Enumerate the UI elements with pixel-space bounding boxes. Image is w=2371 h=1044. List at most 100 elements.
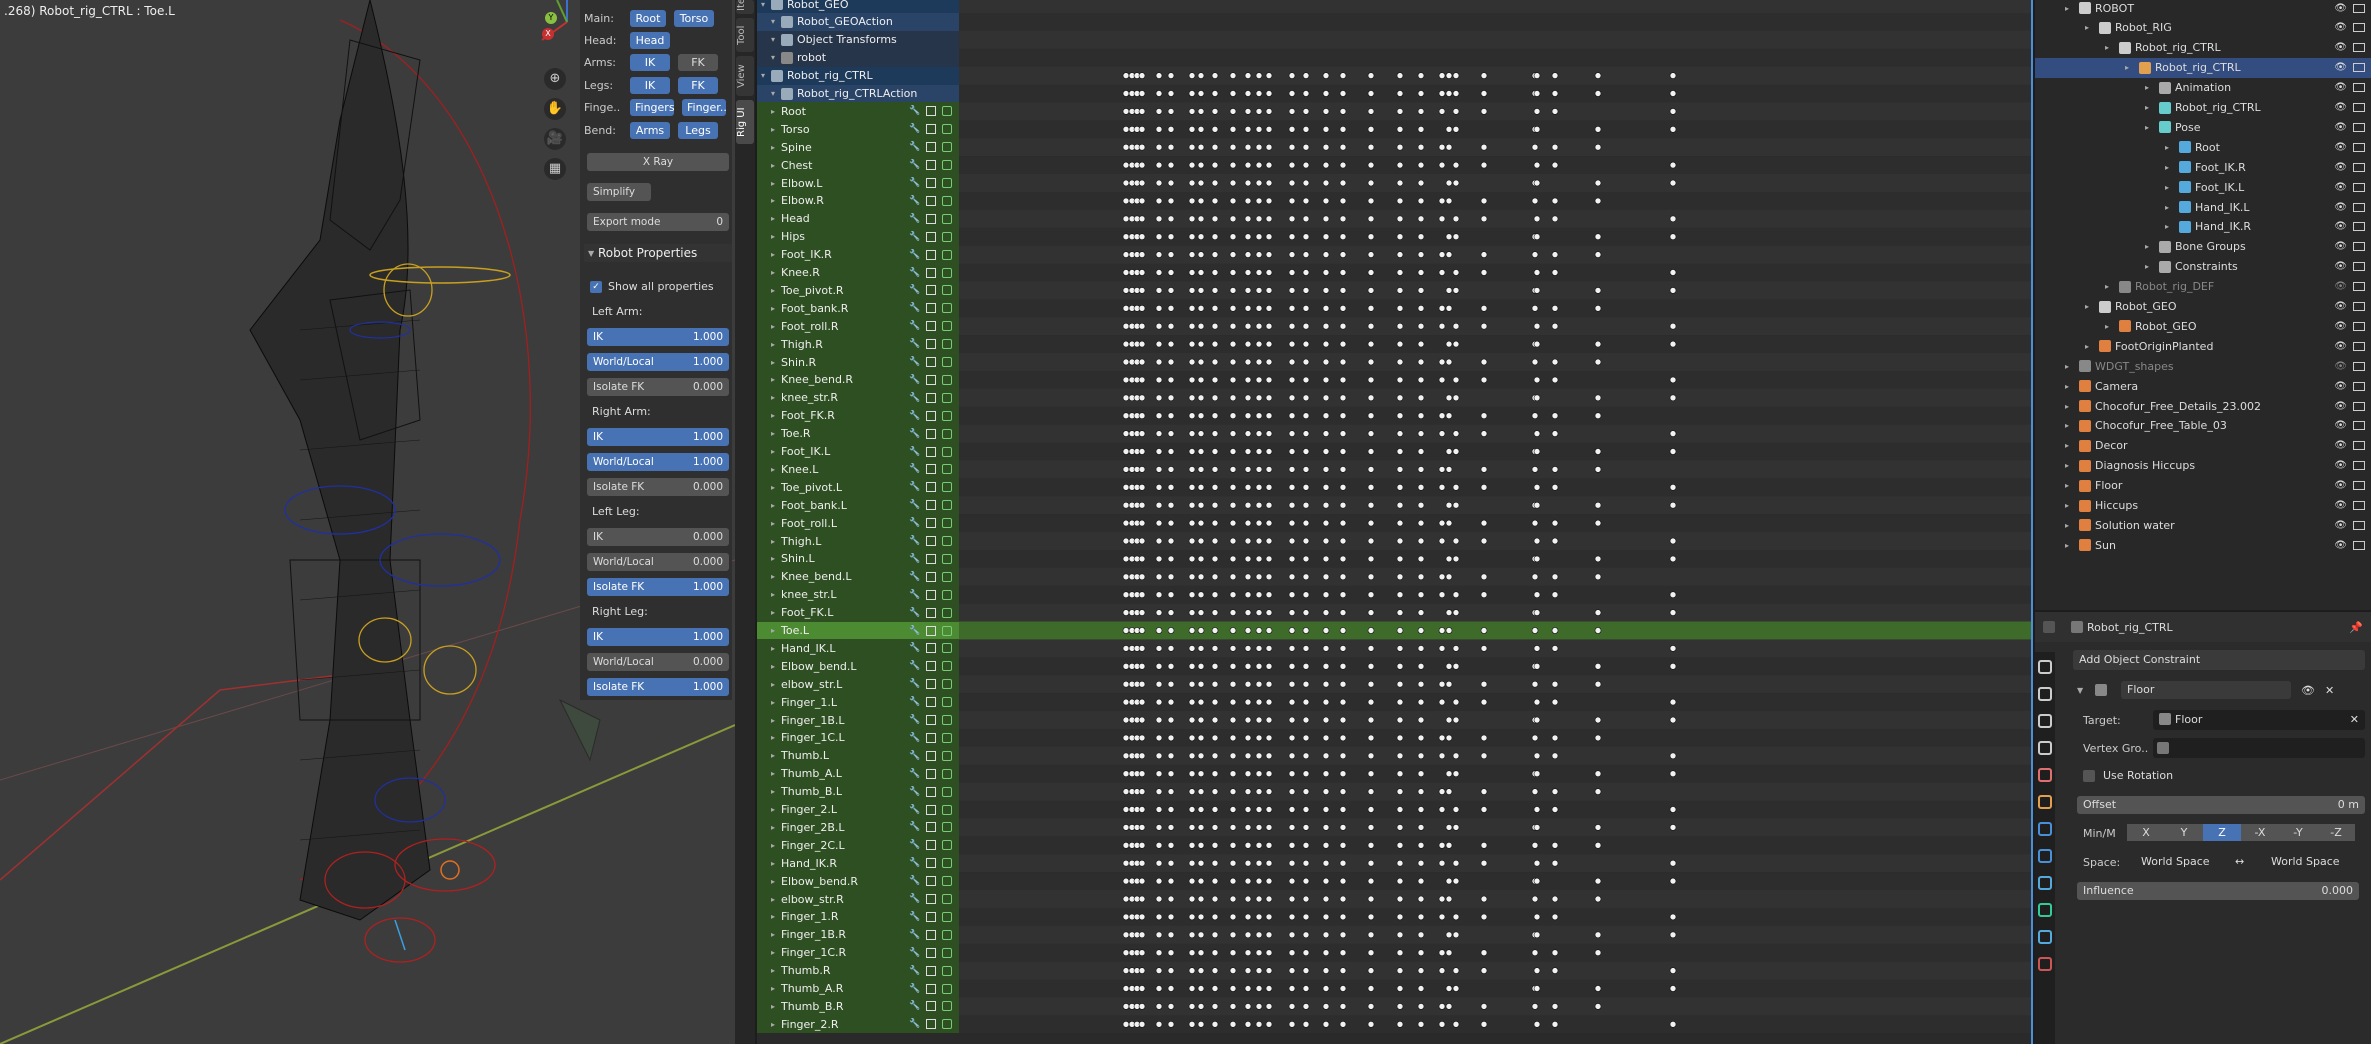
keyframe-dot[interactable] (1167, 573, 1175, 581)
keyframe-dot[interactable] (1229, 967, 1237, 974)
zoom-icon[interactable]: ⊕ (544, 68, 566, 90)
mute-checkbox-icon[interactable] (926, 500, 937, 511)
keyframe-dot[interactable] (1445, 985, 1453, 992)
keyframe-dot[interactable] (1155, 913, 1163, 921)
eye-icon[interactable]: 👁 (2334, 62, 2347, 73)
outliner-row[interactable]: ▸ Foot_IK.R 👁 (2035, 157, 2371, 177)
keyframe-dot[interactable] (1438, 215, 1446, 223)
keyframe-dot[interactable] (1480, 358, 1488, 366)
keyframe-row[interactable] (959, 281, 2033, 300)
keyframe-dot[interactable] (1533, 967, 1541, 974)
keyframe-dot[interactable] (1669, 1021, 1677, 1028)
keyframe-dot[interactable] (1122, 233, 1130, 240)
keyframe-dot[interactable] (1417, 555, 1425, 563)
keyframe-dot[interactable] (1138, 1021, 1146, 1028)
keyframe-dot[interactable] (1265, 269, 1273, 276)
keyframe-dot[interactable] (1188, 698, 1196, 706)
keyframe-dot[interactable] (1533, 269, 1541, 276)
mute-checkbox-icon[interactable] (926, 446, 937, 457)
keyframe-dot[interactable] (1138, 340, 1146, 348)
keyframe-dot[interactable] (1167, 985, 1175, 992)
keyframe-dot[interactable] (1265, 412, 1273, 420)
xray-button[interactable]: X Ray (587, 153, 729, 171)
keyframe-dot[interactable] (1155, 269, 1163, 276)
expand-chevron-icon[interactable]: ▸ (771, 841, 781, 850)
keyframe-dot[interactable] (1396, 609, 1404, 616)
keyframe-dot[interactable] (1594, 573, 1602, 581)
keyframe-dot[interactable] (1188, 770, 1196, 778)
keyframe-dot[interactable] (1302, 466, 1310, 473)
keyframe-dot[interactable] (1122, 573, 1130, 581)
keyframe-dot[interactable] (1322, 448, 1330, 455)
keyframe-dot[interactable] (1197, 841, 1205, 849)
modifier-icon[interactable]: 🔧 (909, 984, 920, 994)
keyframe-dot[interactable] (1197, 1003, 1205, 1010)
keyframe-dot[interactable] (1669, 179, 1677, 187)
keyframe-dot[interactable] (1197, 931, 1205, 939)
expand-chevron-icon[interactable]: ▸ (2065, 501, 2075, 510)
keyframe-dot[interactable] (1255, 716, 1263, 724)
keyframe-dot[interactable] (1188, 824, 1196, 831)
mute-checkbox-icon[interactable] (926, 1019, 937, 1030)
mute-checkbox-icon[interactable] (926, 231, 937, 242)
keyframe-dot[interactable] (1417, 466, 1425, 473)
keyframe-dot[interactable] (1288, 627, 1296, 634)
outliner-row[interactable]: ▸ Robot_RIG 👁 (2035, 18, 2371, 38)
keyframe-dot[interactable] (1288, 233, 1296, 240)
mute-checkbox-icon[interactable] (926, 786, 937, 797)
keyframe-row[interactable] (959, 728, 2033, 747)
keyframe-dot[interactable] (1255, 233, 1263, 240)
keyframe-dot[interactable] (1167, 698, 1175, 706)
keyframe-dot[interactable] (1155, 466, 1163, 473)
keyframe-dot[interactable] (1288, 412, 1296, 420)
keyframe-dot[interactable] (1322, 573, 1330, 581)
keyframe-dot[interactable] (1244, 412, 1252, 420)
keyframe-dot[interactable] (1533, 501, 1541, 509)
expand-chevron-icon[interactable]: ▸ (771, 411, 781, 420)
keyframe-dot[interactable] (1339, 161, 1347, 169)
eye-icon[interactable]: 👁 (2334, 440, 2347, 451)
keyframe-dot[interactable] (1396, 501, 1404, 509)
keyframe-dot[interactable] (1265, 340, 1273, 348)
keyframe-dot[interactable] (1167, 72, 1175, 79)
keyframe-dot[interactable] (1229, 877, 1237, 885)
keyframe-dot[interactable] (1445, 448, 1453, 455)
keyframe-dot[interactable] (1417, 931, 1425, 939)
eye-icon[interactable]: 👁 (2334, 182, 2347, 193)
keyframe-dot[interactable] (1197, 573, 1205, 581)
keyframe-dot[interactable] (1322, 1003, 1330, 1010)
keyframe-dot[interactable] (1417, 788, 1425, 795)
keyframe-dot[interactable] (1367, 197, 1375, 205)
keyframe-dot[interactable] (1367, 143, 1375, 151)
keyframe-dot[interactable] (1396, 108, 1404, 115)
keyframe-dot[interactable] (1211, 806, 1219, 813)
keyframe-dot[interactable] (1197, 483, 1205, 491)
keyframe-dot[interactable] (1322, 466, 1330, 473)
keyframe-dot[interactable] (1438, 1021, 1446, 1028)
left-arm-isolatefk-slider[interactable]: Isolate FK 0.000 (587, 378, 729, 396)
lock-icon[interactable] (942, 947, 953, 958)
render-icon[interactable] (2353, 361, 2365, 371)
keyframe-dot[interactable] (1452, 716, 1460, 724)
expand-chevron-icon[interactable]: ▸ (2105, 322, 2115, 331)
keyframe-dot[interactable] (1288, 609, 1296, 616)
keyframe-dot[interactable] (1551, 161, 1559, 169)
keyframe-dot[interactable] (1167, 143, 1175, 151)
keyframe-dot[interactable] (1265, 72, 1273, 79)
keyframe-dot[interactable] (1167, 197, 1175, 205)
keyframe-dot[interactable] (1438, 412, 1446, 420)
keyframe-dot[interactable] (1155, 376, 1163, 384)
keyframe-dot[interactable] (1229, 716, 1237, 724)
tab-item[interactable]: Item (736, 0, 754, 14)
keyframe-dot[interactable] (1396, 877, 1404, 885)
keyframe-dot[interactable] (1288, 770, 1296, 778)
keyframe-dot[interactable] (1452, 859, 1460, 867)
expand-chevron-icon[interactable]: ▸ (771, 1020, 781, 1029)
bone-channel-row[interactable]: ▸ Knee_bend.L 🔧 (757, 567, 959, 586)
render-icon[interactable] (2353, 341, 2365, 351)
keyframe-dot[interactable] (1322, 806, 1330, 813)
keyframe-dot[interactable] (1167, 251, 1175, 258)
bone-channel-row[interactable]: ▸ Toe.R 🔧 (757, 424, 959, 443)
properties-tab-icon[interactable] (2038, 660, 2052, 674)
keyframe-dot[interactable] (1396, 752, 1404, 760)
